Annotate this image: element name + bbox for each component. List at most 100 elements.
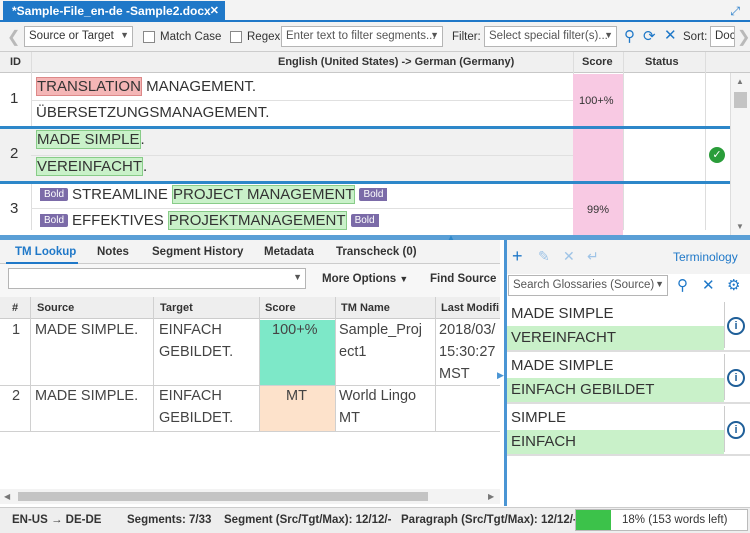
search-icon[interactable]: ⚲ <box>624 27 635 45</box>
target-segment[interactable]: ÜBERSETZUNGSMANAGEMENT. <box>36 104 269 121</box>
source-text: MANAGEMENT. <box>141 78 257 95</box>
filter-text-input[interactable]: Enter text to filter segments... ▼ <box>281 26 443 47</box>
document-tab[interactable]: *Sample-File_en-de -Sample2.docx ✕ <box>3 1 225 22</box>
term-match: MADE SIMPLE <box>36 130 141 149</box>
info-icon[interactable]: i <box>727 317 745 335</box>
edit-icon[interactable]: ✎ <box>538 248 550 265</box>
scroll-right-icon[interactable]: ▶ <box>488 492 494 501</box>
scroll-left-icon[interactable]: ◀ <box>4 492 10 501</box>
tm-col-target: Target <box>160 302 193 314</box>
match-case-label: Match Case <box>160 31 222 43</box>
chevron-down-icon: ▼ <box>293 272 302 282</box>
regex-checkbox[interactable] <box>230 31 242 43</box>
score-cell <box>573 129 623 181</box>
bold-close-tag: Bold <box>350 214 379 227</box>
glossary-search-input[interactable]: Search Glossaries (Source) ▼ <box>508 275 668 296</box>
score-value: 100+% <box>579 95 614 107</box>
bold-close-tag: Bold <box>359 188 388 201</box>
scroll-right-icon[interactable]: ❯ <box>737 27 750 47</box>
tm-search-select[interactable]: ▼ <box>8 268 306 289</box>
term-match: PROJEKTMANAGEMENT <box>167 211 347 230</box>
add-icon[interactable]: + <box>512 246 523 267</box>
scroll-up-icon[interactable]: ▲ <box>736 77 744 86</box>
collapse-panel-icon[interactable]: ▶ <box>497 370 504 381</box>
chevron-down-icon: ▼ <box>120 30 129 40</box>
language-pair: EN-US → DE-DE <box>12 514 102 526</box>
search-icon[interactable]: ⚲ <box>677 276 688 294</box>
scroll-down-icon[interactable]: ▼ <box>736 222 744 231</box>
glossary-entry[interactable]: MADE SIMPLE VEREINFACHT <box>507 302 724 350</box>
glossary-search-placeholder: Search Glossaries (Source) <box>513 279 655 291</box>
filter-label: Filter: <box>452 31 481 43</box>
paragraph-length: Paragraph (Src/Tgt/Max): 12/12/- <box>401 514 577 526</box>
tm-source: MADE SIMPLE. <box>35 388 139 404</box>
term-match: PROJECT MANAGEMENT <box>172 185 356 204</box>
document-tab-title: *Sample-File_en-de -Sample2.docx <box>12 4 211 18</box>
score-value: 99% <box>587 204 610 216</box>
tab-notes[interactable]: Notes <box>97 246 129 258</box>
target-segment[interactable]: VEREINFACHT. <box>36 157 147 176</box>
chevron-down-icon: ▼ <box>604 30 613 40</box>
tm-name-line1: Sample_Proj <box>339 322 423 338</box>
glossary-source: MADE SIMPLE <box>511 357 614 374</box>
more-options-button[interactable]: More Options ▼ <box>322 273 408 285</box>
language-column-header: English (United States) -> German (Germa… <box>278 56 515 68</box>
find-source-button[interactable]: Find Source <box>430 273 496 285</box>
tm-col-tm-name: TM Name <box>341 302 390 314</box>
tab-tm-lookup[interactable]: TM Lookup <box>15 246 76 258</box>
insert-icon[interactable]: ↵ <box>587 248 599 265</box>
glossary-target: EINFACH GEBILDET <box>507 378 724 402</box>
info-icon[interactable]: i <box>727 369 745 387</box>
glossary-source: SIMPLE <box>511 409 567 426</box>
more-options-label: More Options <box>322 273 397 285</box>
glossary-source: MADE SIMPLE <box>511 305 614 322</box>
status-column-header: Status <box>645 56 679 68</box>
tm-name-line2: ect1 <box>339 344 367 360</box>
tab-metadata[interactable]: Metadata <box>264 246 314 258</box>
clear-icon[interactable]: ✕ <box>702 276 715 294</box>
settings-gear-icon[interactable]: ⚙ <box>727 276 740 294</box>
tm-horizontal-scrollbar[interactable]: ◀ ▶ <box>0 489 500 504</box>
delete-icon[interactable]: ✕ <box>563 248 575 265</box>
segment-count: Segments: 7/33 <box>127 514 212 526</box>
tm-row-number: 2 <box>12 388 21 404</box>
scrollbar-thumb[interactable] <box>734 92 747 108</box>
terminology-title: Terminology <box>673 250 738 264</box>
tm-target-line1: EINFACH <box>159 322 222 338</box>
glossary-entry[interactable]: SIMPLE EINFACH <box>507 406 724 454</box>
lower-tab-bar: TM Lookup Notes Segment History Metadata… <box>0 240 500 264</box>
special-filter-select[interactable]: Select special filter(s)... ▼ <box>484 26 617 47</box>
refresh-icon[interactable]: ⟳ <box>643 27 656 45</box>
info-icon[interactable]: i <box>727 421 745 439</box>
source-text: . <box>140 131 145 148</box>
glossary-target: VEREINFACHT <box>507 326 724 350</box>
source-segment[interactable]: MADE SIMPLE. <box>36 130 145 149</box>
tab-transcheck[interactable]: Transcheck (0) <box>336 246 417 258</box>
tm-name-line2: MT <box>339 410 360 426</box>
tm-date-line2: 15:30:27 <box>439 344 496 360</box>
clear-filter-icon[interactable]: ✕ <box>664 26 677 44</box>
source-segment[interactable]: Bold STREAMLINE PROJECT MANAGEMENT Bold <box>36 185 391 204</box>
match-case-checkbox[interactable] <box>143 31 155 43</box>
glossary-entry[interactable]: MADE SIMPLE EINFACH GEBILDET <box>507 354 724 402</box>
close-tab-icon[interactable]: ✕ <box>210 4 219 17</box>
tm-col-score: Score <box>265 302 296 314</box>
glossary-target: EINFACH <box>507 430 724 454</box>
sort-value: Doc <box>715 30 735 42</box>
unmatched-term: TRANSLATION <box>36 77 142 96</box>
target-segment[interactable]: Bold EFFEKTIVES PROJEKTMANAGEMENT Bold <box>36 211 383 230</box>
scope-select[interactable]: Source or Target ▼ <box>24 26 133 47</box>
scroll-left-icon[interactable]: ❮ <box>7 27 20 47</box>
tm-name-line1: World Lingo <box>339 388 417 404</box>
grid-scrollbar[interactable]: ▲ ▼ <box>730 73 750 235</box>
source-segment[interactable]: TRANSLATION MANAGEMENT. <box>36 77 257 96</box>
sort-select[interactable]: Doc <box>710 26 735 47</box>
tm-source: MADE SIMPLE. <box>35 322 139 338</box>
active-segment-border <box>0 181 730 184</box>
source-text: STREAMLINE <box>72 186 173 203</box>
scrollbar-thumb[interactable] <box>18 492 428 501</box>
tab-segment-history[interactable]: Segment History <box>152 246 243 258</box>
filter-text-placeholder: Enter text to filter segments... <box>286 30 436 42</box>
expand-icon[interactable]: ⤢ <box>730 4 740 19</box>
tm-score: 100+% <box>272 322 318 338</box>
